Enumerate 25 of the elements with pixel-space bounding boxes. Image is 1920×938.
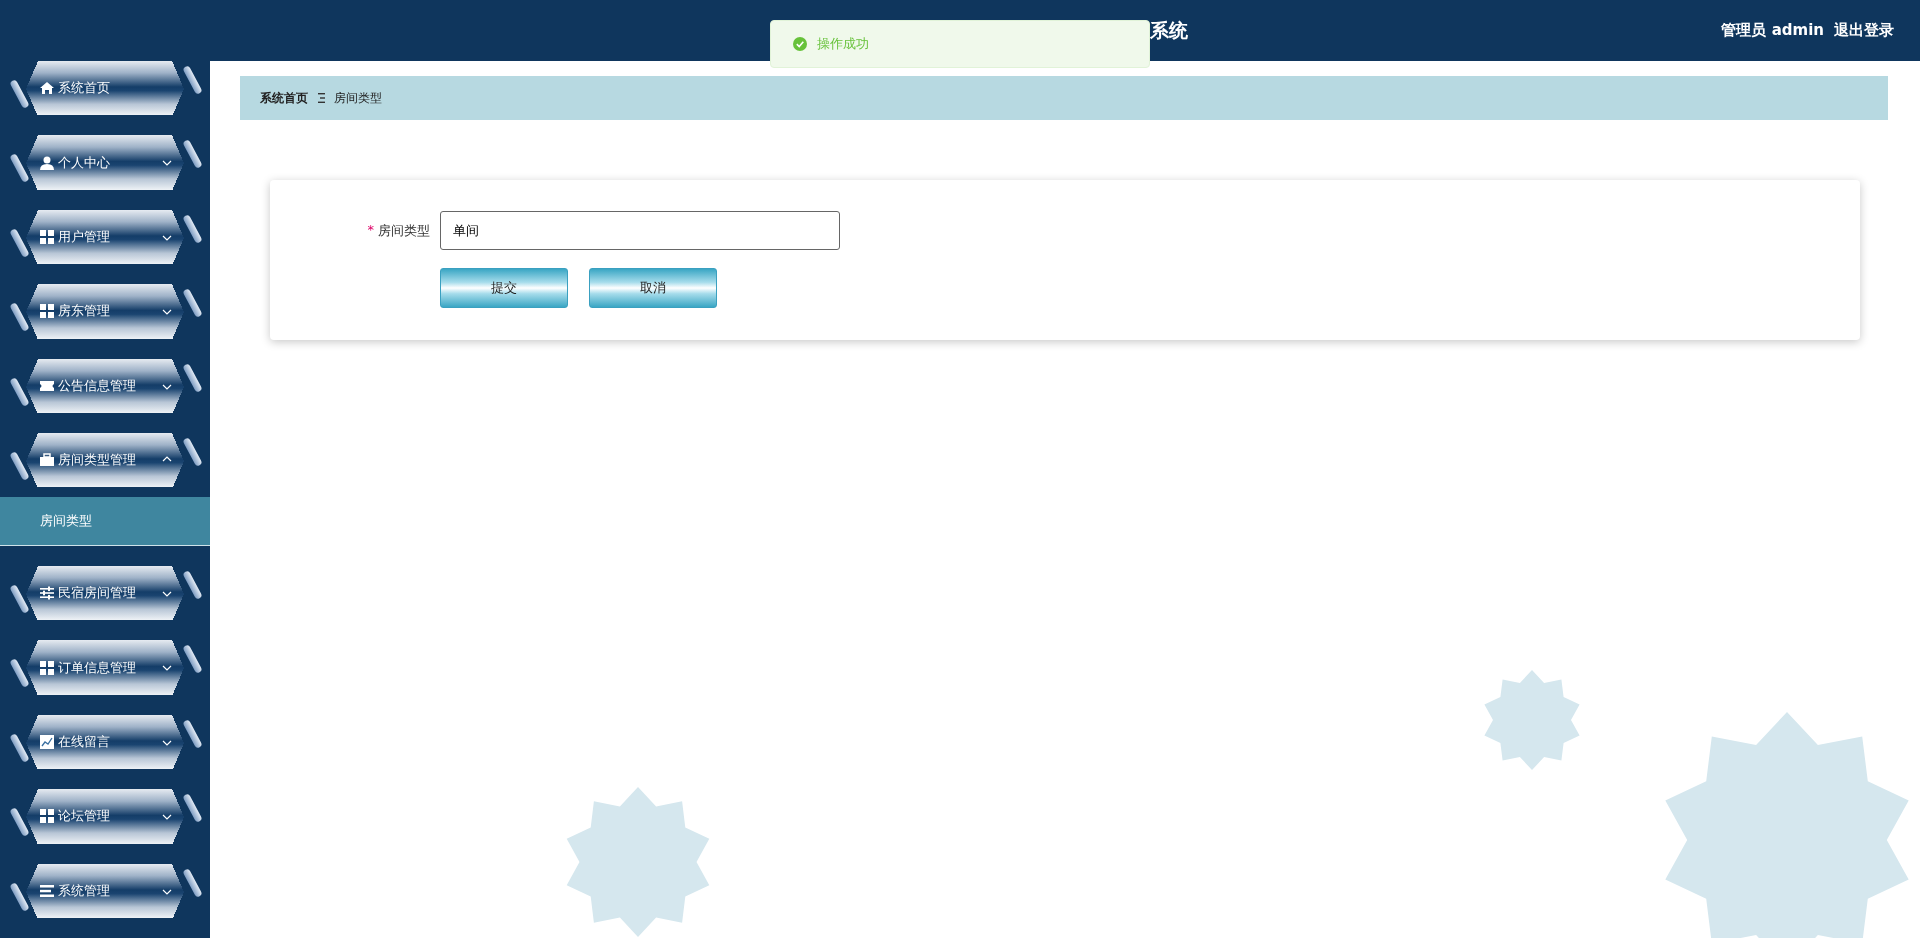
form-button[interactable]: 取消 [589, 268, 717, 308]
app-title: 系统 [1150, 17, 1188, 43]
input-field[interactable]: 单间 [440, 211, 840, 250]
grid-icon [40, 660, 54, 675]
breadcrumb-link[interactable]: 系统首页 [260, 89, 308, 107]
sliders-icon [40, 586, 54, 601]
logout-link[interactable]: 退出登录 [1834, 21, 1894, 40]
toast-message: 操作成功 [770, 20, 1150, 68]
submenu-item[interactable]: 房间类型 [0, 497, 210, 547]
check-circle-icon [793, 37, 807, 51]
list-icon [40, 883, 54, 898]
grid-icon [40, 809, 54, 824]
chart-icon [40, 735, 54, 750]
briefcase-icon [40, 453, 54, 468]
user-name: 管理员 admin [1721, 21, 1824, 40]
ticket-icon [40, 378, 54, 393]
separator-icon [318, 93, 326, 103]
required-mark: * [367, 221, 374, 239]
form-button[interactable]: 提交 [440, 268, 568, 308]
field-label: 房间类型 [378, 221, 430, 240]
grid-icon [40, 230, 54, 244]
grid-icon [40, 304, 54, 319]
home-icon [40, 81, 54, 96]
person-icon [40, 155, 54, 170]
breadcrumb-link[interactable]: 房间类型 [334, 89, 382, 107]
